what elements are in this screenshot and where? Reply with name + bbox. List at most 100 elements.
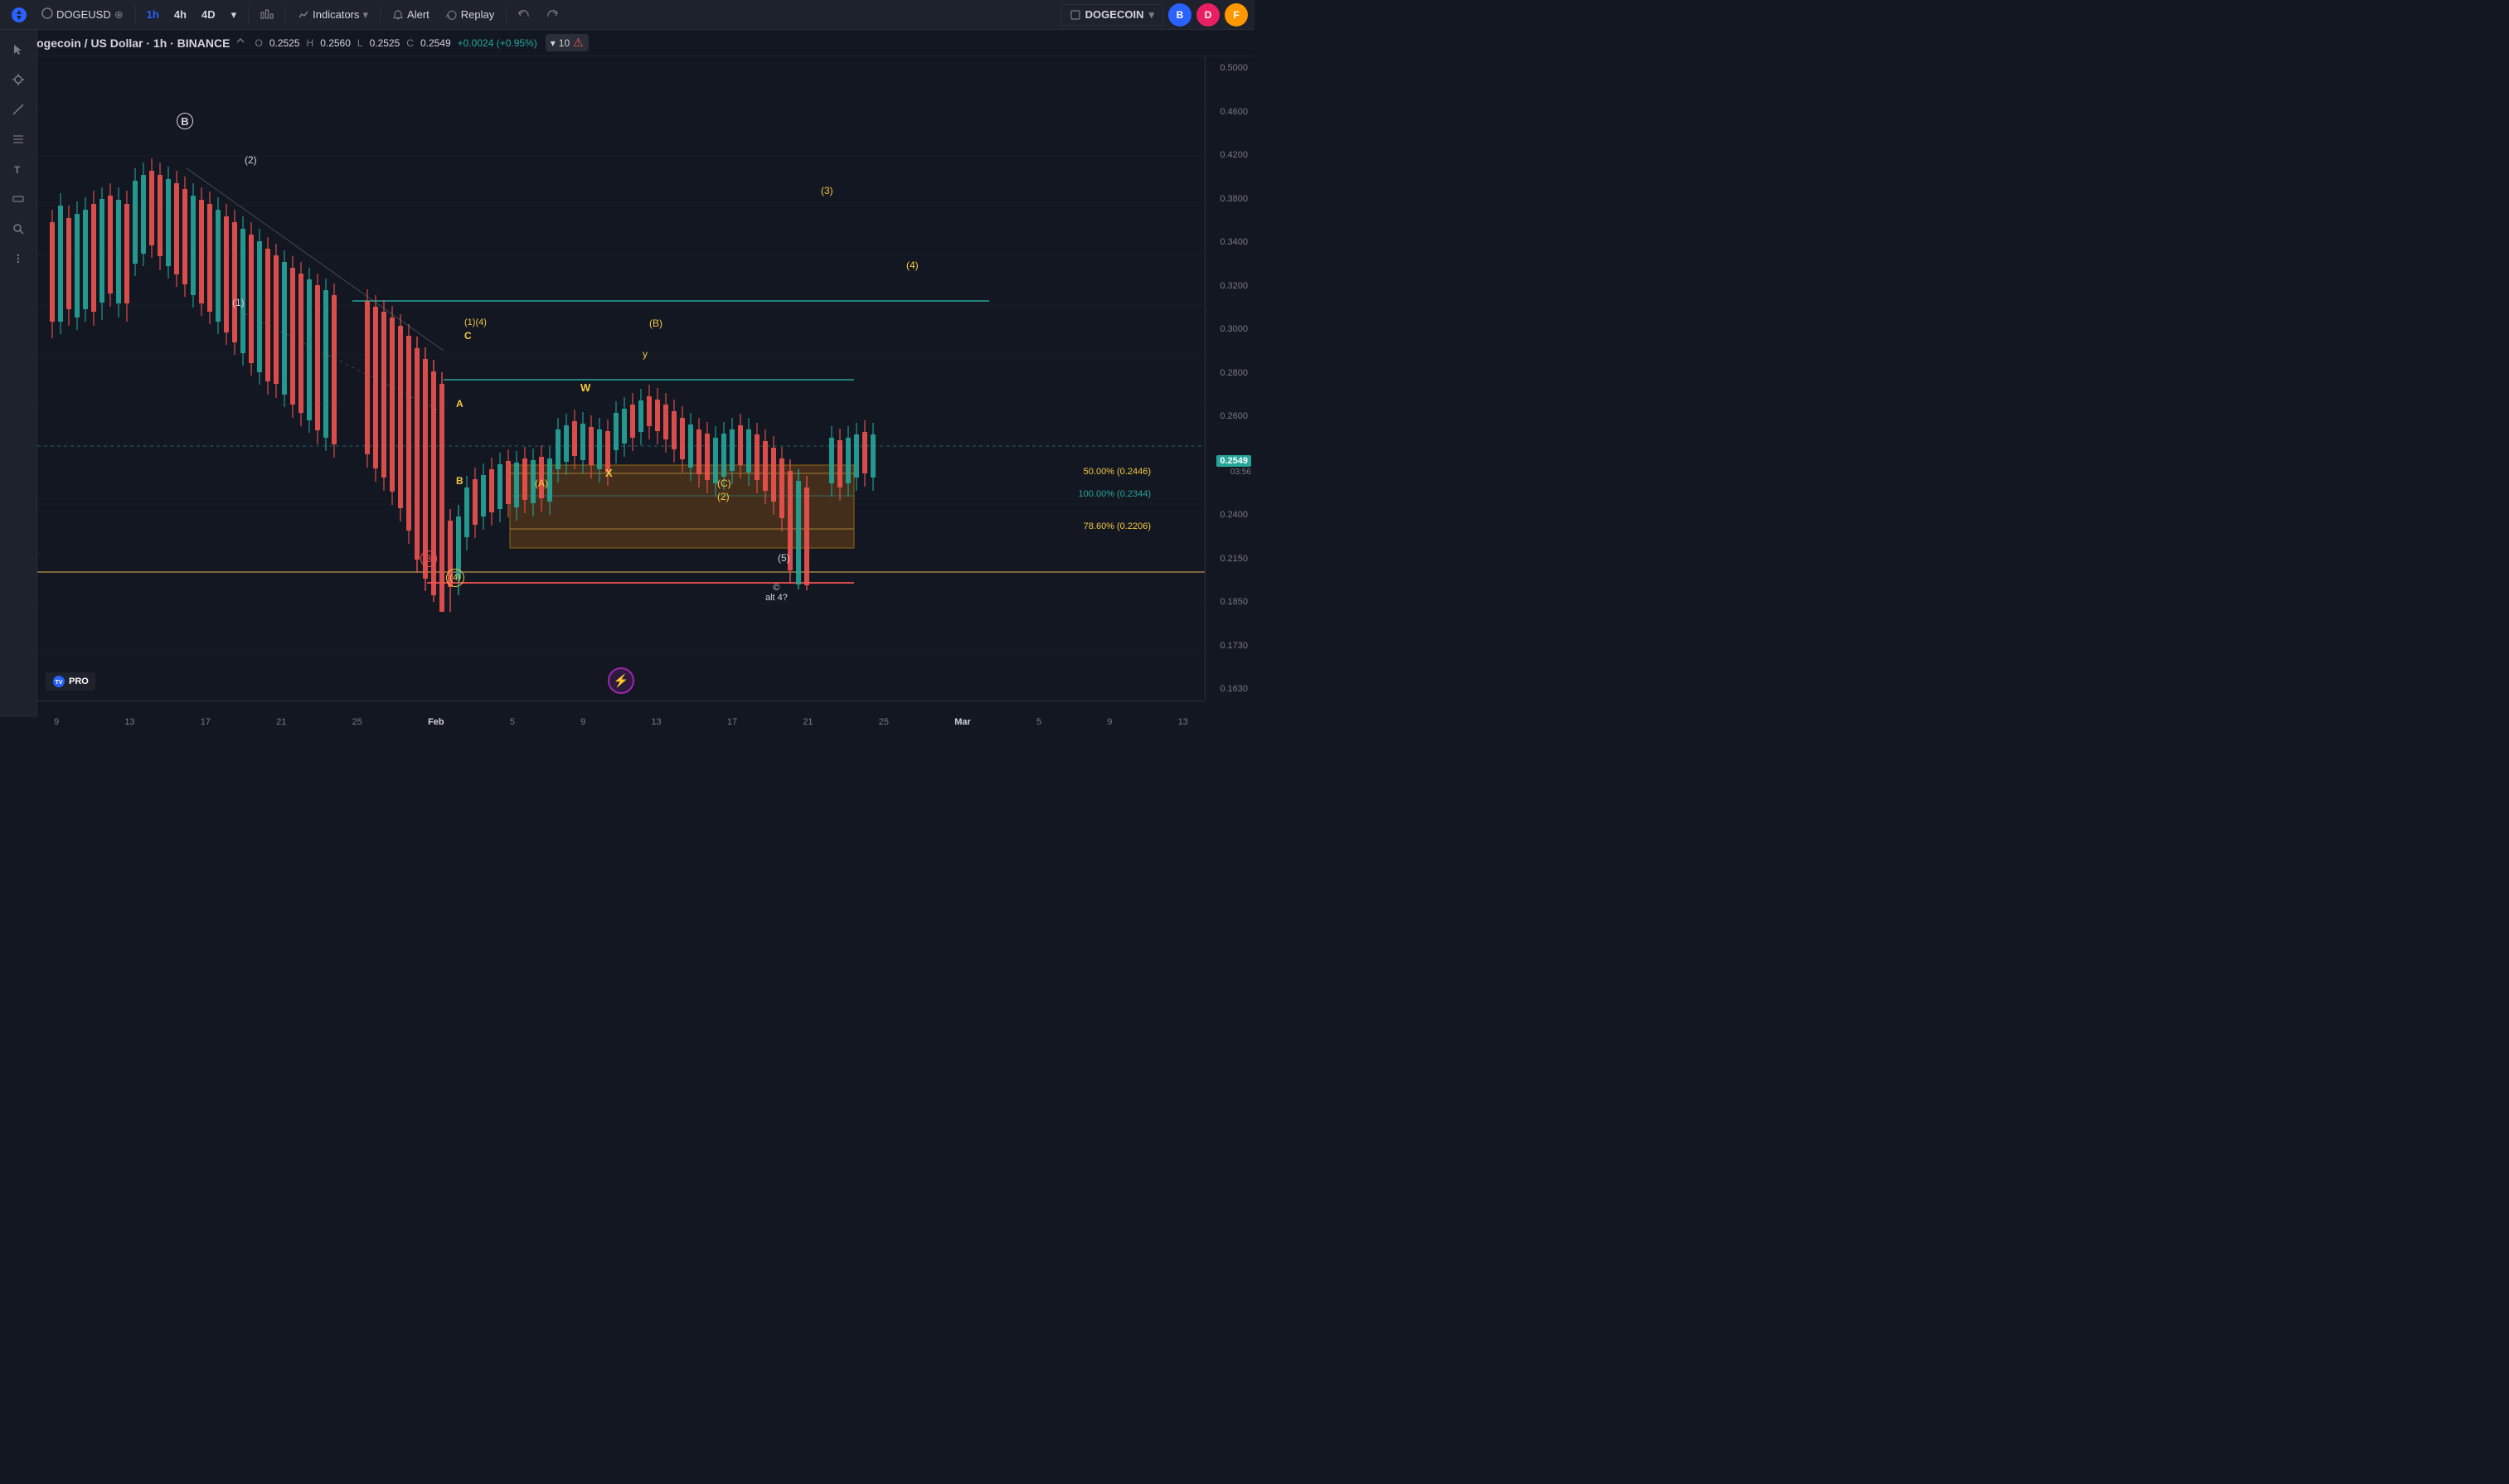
user-badge-d[interactable]: D — [1196, 3, 1220, 27]
ohlc-close-value: 0.2549 — [420, 37, 451, 49]
chart-symbol: D Dogecoin / US Dollar · 1h · BINANCE — [10, 36, 246, 50]
chart-type-btn[interactable] — [254, 5, 280, 25]
time-25b: 25 — [879, 717, 889, 727]
ohlc-open-value: 0.2525 — [269, 37, 300, 49]
chevron-down-icon: ▾ — [231, 8, 237, 22]
divider-1 — [135, 7, 136, 23]
replay-btn[interactable]: Replay — [439, 5, 501, 24]
chevron-down-icon-sym: ▾ — [1148, 8, 1154, 22]
time-9c: 9 — [1107, 717, 1112, 727]
price-0.2150: 0.2150 — [1209, 554, 1251, 564]
time-17: 17 — [201, 717, 211, 727]
current-price-container: 0.2549 03:56 — [1209, 455, 1251, 477]
fib-tool[interactable] — [5, 126, 32, 153]
time-feb: Feb — [428, 717, 444, 727]
price-0.2400: 0.2400 — [1209, 510, 1251, 520]
tradingview-watermark: TV PRO — [46, 672, 95, 691]
ohlc-low-label: L — [357, 37, 363, 49]
time-13: 13 — [124, 717, 134, 727]
wave-label-4-circle: (4) — [446, 569, 464, 587]
ohlc-low-value: 0.2525 — [370, 37, 400, 49]
divider-4 — [380, 7, 381, 23]
price-0.3400: 0.3400 — [1209, 237, 1251, 247]
alert-warning-icon: ⚠ — [573, 36, 584, 50]
redo-btn[interactable] — [540, 6, 565, 24]
chart-area[interactable]: B (2) (1) (3) (4) (1)(4) C (B) y A W X B… — [37, 56, 1205, 701]
wave-label-C-box: (C) — [717, 478, 731, 489]
user-badge-f[interactable]: F — [1225, 3, 1248, 27]
ohlc-high-label: H — [307, 37, 314, 49]
wave-label-B-circle: B — [177, 113, 193, 129]
timeframe-4d[interactable]: 4D — [196, 6, 221, 23]
price-0.4600: 0.4600 — [1209, 107, 1251, 117]
price-0.3000: 0.3000 — [1209, 324, 1251, 334]
tv-logo-small: TV — [52, 675, 66, 688]
svg-text:T: T — [14, 164, 21, 176]
wave-label-A-box: (A) — [535, 478, 548, 489]
layer-badge[interactable]: ▾ 10 ⚠ — [546, 34, 589, 51]
fib-label-786: 78.60% (0.2206) — [1084, 521, 1151, 531]
time-5: 5 — [510, 717, 515, 727]
symbol-icon — [41, 7, 53, 22]
time-5c: 5 — [1036, 717, 1041, 727]
alert-btn[interactable]: Alert — [386, 5, 436, 24]
price-0.4200: 0.4200 — [1209, 150, 1251, 160]
text-tool[interactable]: T — [5, 156, 32, 182]
time-13b: 13 — [651, 717, 661, 727]
wave-label-2-box: (2) — [717, 491, 730, 502]
wave-label-4-yellow: (4) — [906, 259, 919, 271]
time-25: 25 — [352, 717, 362, 727]
symbol-selector[interactable]: DOGEUSD ⊕ — [35, 4, 130, 25]
price-0.1850: 0.1850 — [1209, 597, 1251, 607]
undo-btn[interactable] — [512, 6, 536, 24]
more-tools[interactable] — [5, 245, 32, 272]
wave-label-1: (1) — [232, 297, 245, 308]
alert-label: Alert — [407, 8, 429, 21]
wave-label-B-yellow: (B) — [649, 318, 662, 329]
line-tool[interactable] — [5, 96, 32, 123]
price-0.3800: 0.3800 — [1209, 194, 1251, 204]
time-mar: Mar — [954, 717, 971, 727]
cursor-tool[interactable] — [5, 36, 32, 63]
time-axis: 9 13 17 21 25 Feb 5 9 13 17 21 25 Mar 5 … — [37, 701, 1205, 742]
ohlc-open-label: O — [255, 37, 262, 49]
wave-label-2: (2) — [245, 154, 257, 166]
price-0.5000: 0.5000 — [1209, 63, 1251, 73]
tradingview-logo[interactable] — [7, 4, 32, 26]
symbol-right-badge[interactable]: DOGECOIN ▾ — [1061, 4, 1163, 26]
svg-text:TV: TV — [56, 680, 63, 686]
wave-label-alt4: ©alt 4? — [765, 583, 788, 603]
main-toolbar: DOGEUSD ⊕ 1h 4h 4D ▾ Indicators ▾ Alert … — [0, 0, 1254, 30]
layer-count: 10 — [559, 37, 570, 49]
price-0.2600: 0.2600 — [1209, 411, 1251, 421]
ohlc-close-label: C — [406, 37, 414, 49]
wave-label-3-yellow: (3) — [821, 185, 833, 196]
ohlc-change: +0.0024 (+0.95%) — [458, 37, 537, 49]
indicators-btn[interactable]: Indicators ▾ — [291, 5, 375, 25]
symbol-right-label: DOGECOIN — [1085, 8, 1144, 21]
wave-label-y: y — [643, 348, 648, 360]
wave-label-14: (1)(4) — [464, 318, 487, 327]
measure-tool[interactable] — [5, 186, 32, 212]
timeframe-4h[interactable]: 4h — [168, 6, 192, 23]
price-0.2800: 0.2800 — [1209, 368, 1251, 378]
crosshair-tool[interactable] — [5, 66, 32, 93]
timeframe-1h[interactable]: 1h — [141, 6, 165, 23]
divider-5 — [506, 7, 507, 23]
timeframe-dropdown[interactable]: ▾ — [225, 5, 244, 25]
zoom-tool[interactable] — [5, 216, 32, 242]
wave-label-C: C — [464, 330, 472, 342]
scroll-indicator[interactable]: ⚡ — [608, 667, 634, 694]
price-0.1630: 0.1630 — [1209, 684, 1251, 694]
indicators-label: Indicators — [313, 8, 359, 21]
divider-3 — [285, 7, 286, 23]
time-13c: 13 — [1178, 717, 1188, 727]
wave-label-A: A — [456, 398, 463, 410]
time-21: 21 — [276, 717, 286, 727]
toolbar-right: DOGECOIN ▾ B D F — [1061, 3, 1248, 27]
chevron-down-icon-ind: ▾ — [363, 8, 369, 22]
chart-ohlc: O 0.2525 H 0.2560 L 0.2525 C 0.2549 +0.0… — [255, 37, 536, 49]
user-badge-b[interactable]: B — [1168, 3, 1191, 27]
wave-label-W: W — [580, 381, 590, 394]
wave-label-3-circle: (3) — [420, 550, 437, 567]
